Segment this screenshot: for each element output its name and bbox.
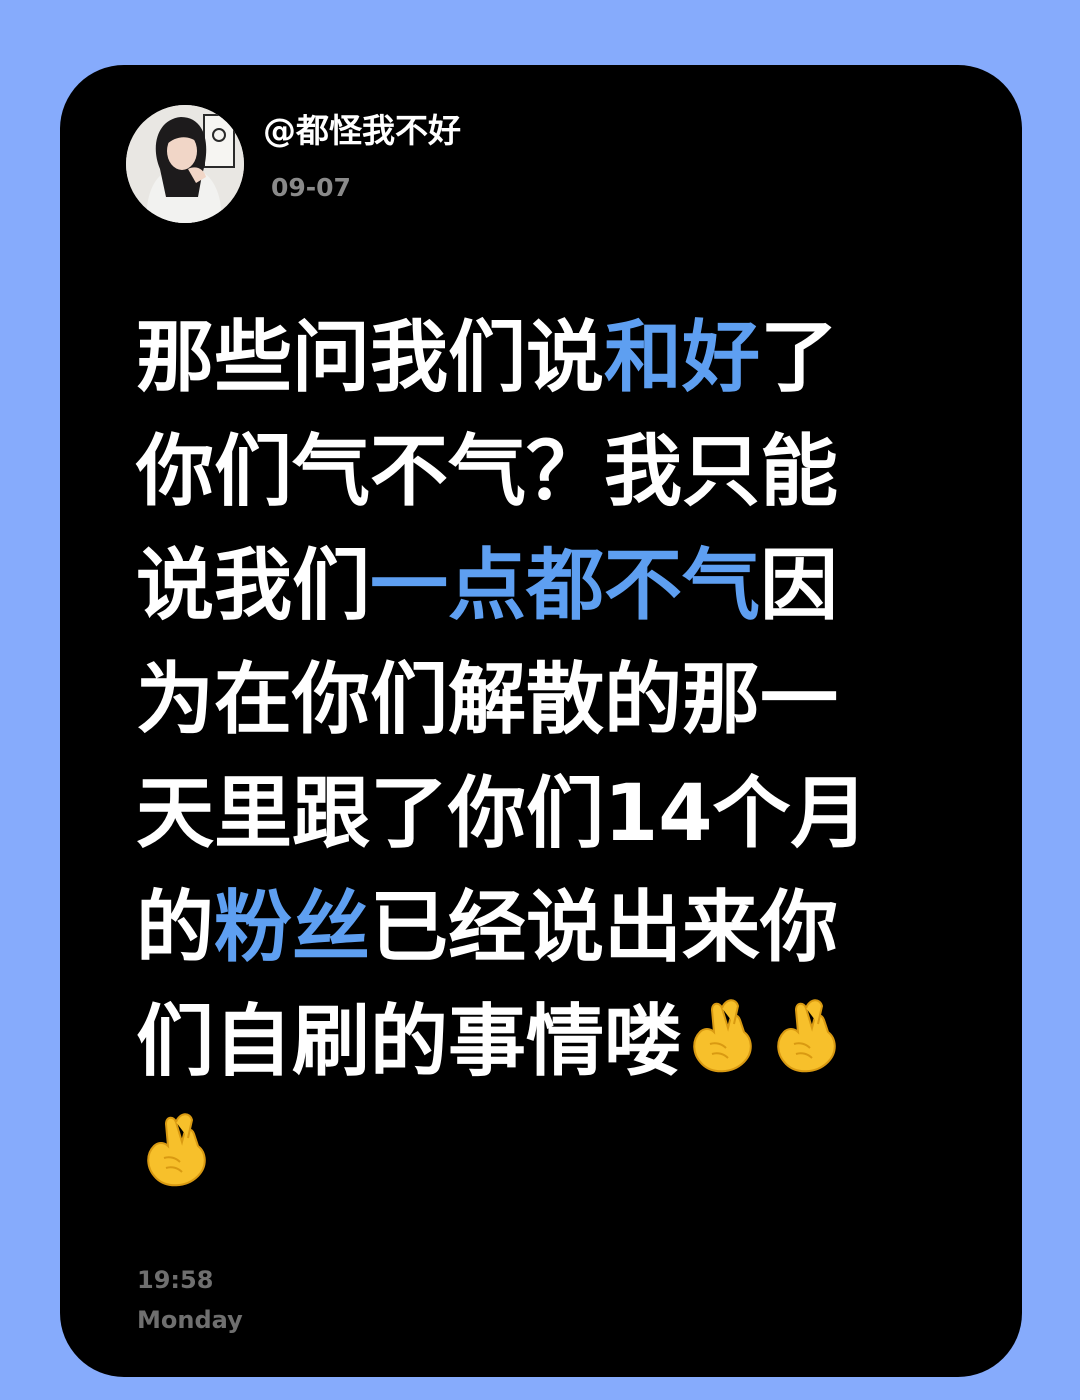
post-line: 为在你们解散的那一 — [136, 643, 896, 757]
pinched-fingers-heart-icon — [766, 992, 844, 1076]
post-line — [136, 1099, 896, 1213]
post-text: 已经说出来你 — [370, 883, 839, 973]
post-line: 的粉丝已经说出来你 — [136, 871, 896, 985]
post-line: 们自刷的事情喽 — [136, 985, 896, 1099]
post-line: 那些问我们说和好了 — [136, 301, 896, 415]
post-card: @都怪我不好 09-07 那些问我们说和好了 你们气不气？我只能 说我们一点都不气因… — [60, 65, 1022, 1377]
post-line: 天里跟了你们14个月 — [136, 757, 896, 871]
pinched-fingers-heart-icon — [136, 1106, 214, 1190]
avatar-photo — [126, 105, 244, 223]
avatar[interactable] — [126, 105, 244, 223]
footer-time: 19:58 — [137, 1266, 214, 1294]
post-line: 你们气不气？我只能 — [136, 415, 896, 529]
post-date: 09-07 — [271, 173, 351, 202]
highlighted-text: 一点都不气 — [370, 541, 761, 631]
highlighted-text: 粉丝 — [214, 883, 371, 973]
post-text: 天里跟了你们14个月 — [136, 769, 869, 859]
post-text: 说我们 — [136, 541, 371, 631]
post-text: 的 — [136, 883, 215, 973]
post-line: 说我们一点都不气因 — [136, 529, 896, 643]
pinched-fingers-heart-icon — [682, 992, 760, 1076]
post-text: 因 — [760, 541, 839, 631]
username[interactable]: @都怪我不好 — [263, 109, 461, 153]
footer-day: Monday — [137, 1306, 243, 1334]
post-body: 那些问我们说和好了 你们气不气？我只能 说我们一点都不气因 为在你们解散的那一 天里跟了… — [136, 301, 896, 1213]
post-text: 那些问我们说 — [136, 313, 605, 403]
highlighted-text: 和好 — [604, 313, 761, 403]
post-text: 你们气不气？我只能 — [136, 427, 839, 517]
post-text: 了 — [760, 313, 839, 403]
post-text: 们自刷的事情喽 — [136, 997, 683, 1087]
post-text: 为在你们解散的那一 — [136, 655, 839, 745]
